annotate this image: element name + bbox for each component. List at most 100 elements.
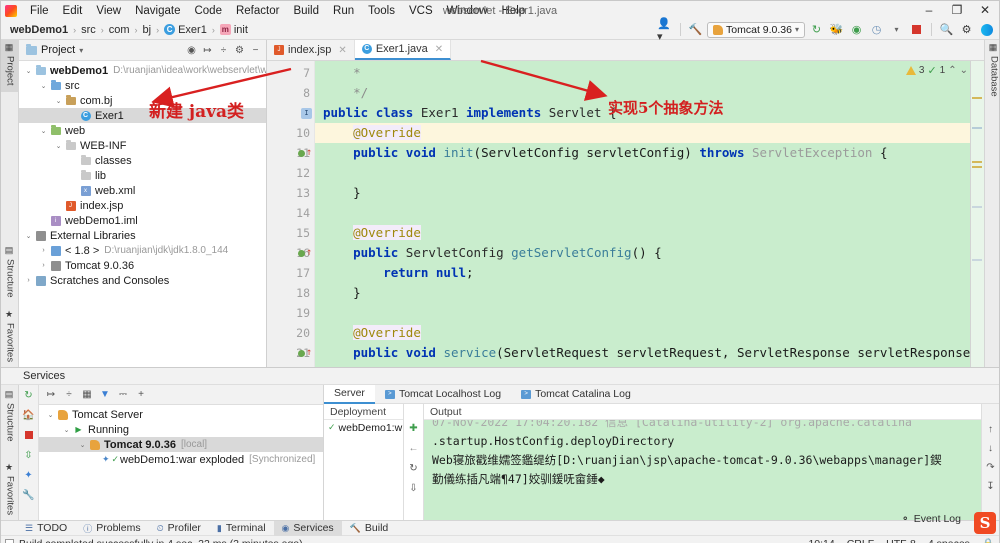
tree-node-external-libraries[interactable]: ⌄ External Libraries [19,228,266,243]
run-icon[interactable]: ↻ [808,22,825,38]
code-line[interactable]: * [315,63,984,83]
gutter-line[interactable]: 18 [267,283,314,303]
deployment-row[interactable]: ✓ webDemo1:w [324,420,403,435]
expand-arrow-icon[interactable]: ⌄ [23,67,34,75]
gutter-line[interactable]: 8 [267,83,314,103]
override-marker-icon[interactable]: ↑ [297,348,312,358]
line-separator[interactable]: CRLF [847,538,874,543]
expand-arrow-icon[interactable]: › [38,262,49,269]
expand-arrow-icon[interactable]: › [23,277,34,284]
editor-tab-index-jsp[interactable]: Jindex.jsp ✕ [267,40,355,60]
chevron-down-icon[interactable]: ▾ [79,46,83,55]
expand-arrow-icon[interactable]: ⌄ [45,411,56,419]
prev-problem-icon[interactable]: ⌃ [948,65,956,76]
editor-tab-bar[interactable]: Jindex.jsp ✕ C Exer1.java ✕ [267,40,984,61]
run-configuration-selector[interactable]: Tomcat 9.0.36 ▾ [707,21,805,38]
gutter-line[interactable]: 13 [267,183,314,203]
add-icon[interactable]: + [133,387,149,402]
show-options-icon[interactable]: ⎓ [115,387,131,402]
tree-node-lib[interactable]: lib [19,168,266,183]
code-text[interactable]: * */ public class Exer1 implements Servle… [315,61,984,367]
expand-arrow-icon[interactable]: ⌄ [77,441,88,449]
expand-arrow-icon[interactable]: ⌄ [53,97,64,105]
breadcrumb[interactable]: webDemo1 › src › com › bj › C Exer1 › m init [7,24,251,36]
project-panel-title[interactable]: Project ▾ [22,43,83,56]
expand-arrow-icon[interactable]: ⌄ [38,127,49,135]
implements-marker-icon[interactable]: I [301,107,312,119]
code-line[interactable]: } [315,183,984,203]
breadcrumb-item-init[interactable]: m init [217,24,251,36]
close-icon[interactable]: ✕ [435,44,443,55]
bottom-tab-todo[interactable]: ☰ TODO [17,521,75,536]
menu-item-view[interactable]: View [89,3,128,19]
event-log-button[interactable]: ⚬ Event Log [901,513,961,525]
settings-icon[interactable]: ✦ [22,468,36,482]
next-problem-icon[interactable]: ⌄ [960,65,968,76]
sidebar-item-structure[interactable]: ▤ Structure [1,243,19,305]
menu-item-navigate[interactable]: Navigate [128,3,187,19]
code-line[interactable]: public ServletConfig getServletConfig() … [315,243,984,263]
override-marker-icon[interactable]: ↑ [297,248,312,258]
gutter-line[interactable]: 15 [267,223,314,243]
gutter-line[interactable]: 9I [267,103,314,123]
user-settings-icon[interactable]: 👤▾ [657,18,674,43]
hide-icon[interactable]: − [248,43,263,58]
code-line[interactable]: public void init(ServletConfig servletCo… [315,143,984,163]
gutter-line[interactable]: 17 [267,263,314,283]
tree-node-index-jsp[interactable]: Jindex.jsp [19,198,266,213]
editor-gutter[interactable]: 7 8 9I 10 11↑ 12 13 14 15 16↑ 17 18 19 20 21↑ [267,61,315,367]
stop-icon[interactable] [908,22,925,38]
breadcrumb-item-src[interactable]: src [78,24,99,36]
code-line[interactable] [315,163,984,183]
output-console[interactable]: 07-Nov-2022 17:04:20.182 信息 [Catalina-ut… [424,420,981,520]
collapse-all-icon[interactable]: ÷ [61,387,77,402]
sidebar-item-favorites[interactable]: ★ Favorites [1,307,19,367]
run-coverage-icon[interactable]: ◉ [848,22,865,38]
code-editor[interactable]: 789I1011↑1213141516↑1718192021↑ * */publ… [267,61,984,367]
inspection-widget[interactable]: 3 ✓ 1 ⌃ ⌄ [905,64,968,77]
chevron-down-icon[interactable]: ▾ [795,25,799,34]
sidebar-item-project[interactable]: ▦ Project [1,40,19,92]
rerun-icon[interactable]: ↻ [22,388,36,402]
restart-icon[interactable]: ⇩ [407,482,421,495]
expand-arrow-icon[interactable]: ⌄ [61,426,72,434]
debug-icon[interactable]: 🐝 [828,22,845,38]
code-line[interactable] [315,303,984,323]
expand-arrow-icon[interactable]: ⌄ [23,232,34,240]
menu-item-refactor[interactable]: Refactor [229,3,286,19]
expand-arrow-icon[interactable]: › [38,247,49,254]
bottom-tab-terminal[interactable]: ▮ Terminal [209,521,274,536]
deploy-icon[interactable]: 🏠 [22,408,36,422]
soft-wrap-icon[interactable]: ↷ [986,462,994,473]
menu-item-vcs[interactable]: VCS [402,3,440,19]
scroll-to-end-icon[interactable]: ↧ [986,481,994,492]
tree-node-web-inf[interactable]: ⌄ WEB-INF [19,138,266,153]
bottom-tab-problems[interactable]: ⓘ Problems [75,521,148,536]
sidebar-item-favorites[interactable]: ★ Favorites [1,460,19,518]
menu-item-run[interactable]: Run [326,3,361,19]
sidebar-item-structure[interactable]: ▤ Structure [1,387,19,447]
scroll-down-icon[interactable]: ↓ [988,443,993,454]
ide-run-icon[interactable] [978,22,995,38]
expand-all-icon[interactable]: ↦ [43,387,59,402]
sidebar-item-database[interactable]: ▦ Database [985,40,1000,104]
redeploy-icon[interactable]: ⇳ [22,448,36,462]
tree-node-tomcat-9-0-36[interactable]: › Tomcat 9.0.36 [19,258,266,273]
filter-icon[interactable]: ▼ [97,387,113,402]
breadcrumb-item-webdemo1[interactable]: webDemo1 [7,24,71,36]
bottom-tab-services[interactable]: ◉ Services [273,520,342,536]
menu-item-file[interactable]: File [23,3,56,19]
profiler-icon[interactable]: ◷ [868,22,885,38]
gutter-line[interactable]: 20 [267,323,314,343]
code-line[interactable]: public void service(ServletRequest servl… [315,343,984,363]
scroll-up-icon[interactable]: ↑ [988,424,993,435]
gutter-line[interactable]: 16↑ [267,243,314,263]
caret-position[interactable]: 10:14 [808,538,834,543]
services-tab-tomcat-catalina-log[interactable]: > Tomcat Catalina Log [511,385,641,404]
close-icon[interactable]: ✕ [338,45,346,56]
code-line[interactable]: @Override [315,223,984,243]
chevron-down-icon[interactable]: ▾ [888,22,905,38]
code-line[interactable] [315,203,984,223]
search-everywhere-icon[interactable]: 🔍 [938,22,955,38]
menu-item-help[interactable]: Help [495,3,533,19]
